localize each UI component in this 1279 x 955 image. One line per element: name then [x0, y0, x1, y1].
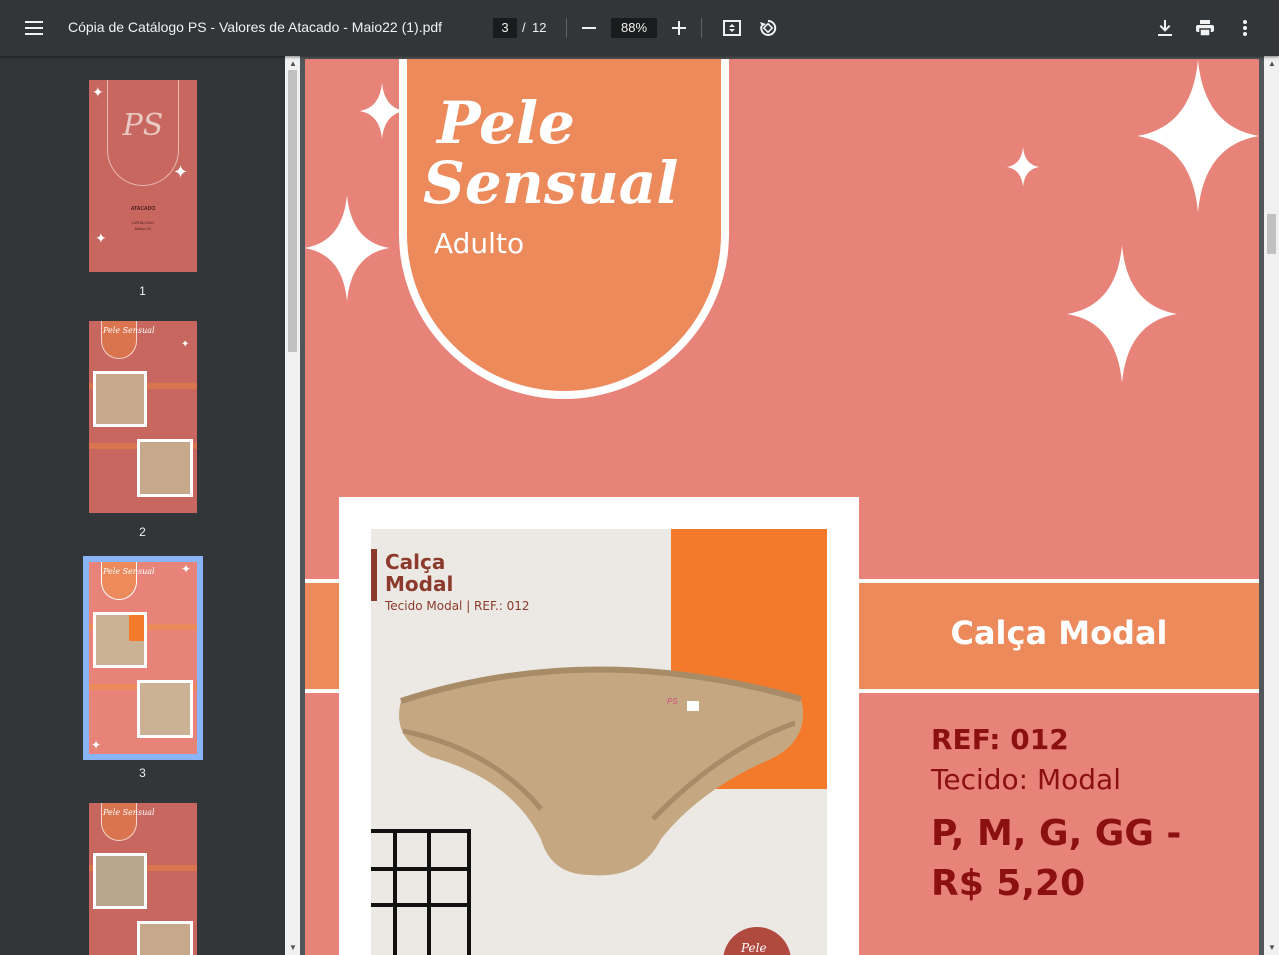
zoom-in-icon[interactable]: [663, 12, 695, 44]
sparkle-icon: ✦: [91, 738, 102, 752]
rotate-icon[interactable]: [752, 12, 784, 44]
thumbnail-text: ATACADO: [130, 206, 156, 212]
document-scrollbar[interactable]: [1264, 56, 1279, 955]
scroll-down-icon[interactable]: ▼: [289, 943, 297, 952]
brand-title-line2: Sensual: [423, 149, 679, 217]
sparkle-icon: ✦: [95, 230, 107, 246]
thumbnail-logo: PS: [122, 108, 164, 143]
thumbnail-sidebar: PS ATACADO CATÁLOGO Março 22 ✦ ✦ ✦ 1 Pel…: [0, 56, 285, 955]
product-sizes: P, M, G, GG -: [931, 813, 1182, 854]
scroll-up-icon[interactable]: ▲: [289, 59, 297, 68]
thumbnail-title: Pele Sensual: [103, 808, 155, 817]
document-scrollbar-thumb[interactable]: [1267, 214, 1276, 254]
thumbnail-title: Pele Sensual: [103, 326, 155, 335]
scroll-down-icon[interactable]: ▼: [1268, 943, 1276, 952]
download-icon[interactable]: [1149, 12, 1181, 44]
document-title: Cópia de Catálogo PS - Valores de Atacad…: [68, 19, 443, 35]
menu-icon[interactable]: [18, 12, 50, 44]
page-separator: /: [522, 20, 526, 35]
sparkle-icon: [359, 83, 405, 139]
sparkle-icon: [305, 195, 390, 301]
zoom-input[interactable]: 88%: [611, 18, 657, 38]
more-vert-icon[interactable]: [1229, 12, 1261, 44]
print-icon[interactable]: [1189, 12, 1221, 44]
toolbar: Cópia de Catálogo PS - Valores de Atacad…: [0, 0, 1279, 56]
brand-title-line1: Pele: [437, 89, 575, 157]
document-viewer: Pele Sensual Adulto Calça Modal Calça Mo…: [300, 56, 1264, 955]
photo-title-line1: Calça: [385, 550, 446, 574]
product-fabric: Tecido: Modal: [931, 763, 1121, 796]
sparkle-icon: ✦: [181, 339, 190, 350]
thumbnail-label: 2: [139, 525, 146, 539]
sparkle-icon: ✦: [173, 162, 189, 182]
scroll-up-icon[interactable]: ▲: [1268, 59, 1276, 68]
thumbnail-label: 1: [139, 284, 146, 298]
thumbnail-page-1[interactable]: PS ATACADO CATÁLOGO Março 22 ✦ ✦ ✦: [89, 80, 197, 272]
product-price: R$ 5,20: [931, 863, 1086, 904]
pdf-page: Pele Sensual Adulto Calça Modal Calça Mo…: [305, 59, 1259, 955]
photo-subtitle: Tecido Modal | REF.: 012: [385, 599, 530, 613]
thumbnail-title: Pele Sensual: [103, 567, 155, 576]
thumbnail-label: 3: [139, 766, 146, 780]
thumbnail-page-3[interactable]: Pele Sensual ✦ ✦: [89, 562, 197, 754]
product-banner-title: Calça Modal: [950, 614, 1168, 652]
sparkle-icon: ✦: [181, 562, 192, 576]
zoom-out-icon[interactable]: [573, 12, 605, 44]
thumbnail-text: CATÁLOGO: [132, 220, 154, 225]
fit-page-icon[interactable]: [716, 12, 748, 44]
product-photo: Calça Modal Tecido Modal | REF.: 012 PS …: [371, 529, 827, 955]
brand-tag: PS: [667, 697, 678, 706]
page-total: 12: [532, 20, 547, 35]
grid-decoration: [371, 829, 471, 955]
divider: [566, 18, 567, 38]
page-number-input[interactable]: 3: [493, 18, 517, 38]
sparkle-icon: [1067, 245, 1177, 383]
divider: [701, 18, 702, 38]
thumbnail-page-2[interactable]: Pele Sensual ✦: [89, 321, 197, 513]
product-ref: REF: 012: [931, 723, 1069, 756]
photo-title-line2: Modal: [385, 572, 454, 596]
brand-subtitle: Adulto: [434, 227, 525, 260]
sidebar-scrollbar-thumb[interactable]: [288, 70, 297, 352]
thumbnail-page-4[interactable]: Pele Sensual: [89, 803, 197, 955]
sparkle-icon: [1007, 147, 1039, 187]
badge-text: Pele: [741, 941, 767, 955]
sparkle-icon: [1137, 59, 1259, 213]
sparkle-icon: ✦: [92, 84, 104, 100]
brand-badge: Pele: [723, 927, 791, 955]
